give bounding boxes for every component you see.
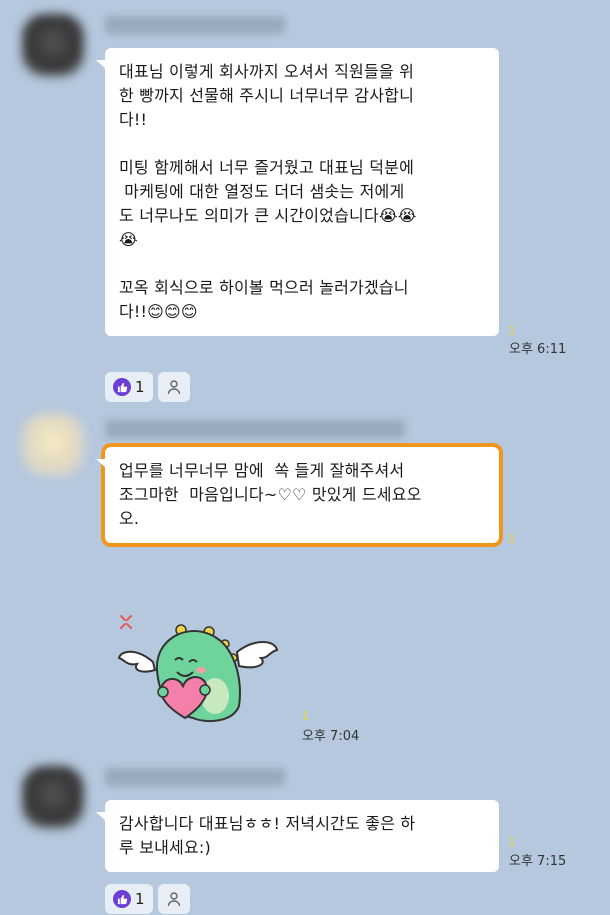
message-time: 오후 7:04 [302, 729, 360, 744]
message-bubble[interactable]: 감사합니다 대표님ㅎㅎ! 저녁시간도 좋은 하 루 보내세요:) [96, 800, 499, 872]
message-bubble[interactable]: 대표님 이렇게 회사까지 오셔서 직원들을 위 한 빵까지 선물해 주시니 너무… [96, 48, 499, 336]
avatar[interactable] [22, 766, 84, 828]
avatar[interactable] [22, 414, 84, 476]
reaction-count: 1 [135, 378, 145, 396]
like-reaction-button[interactable]: 1 [105, 372, 153, 402]
reaction-count: 1 [135, 890, 145, 908]
dinosaur-heart-sticker[interactable] [115, 610, 285, 730]
thumbs-up-icon [113, 378, 131, 396]
add-reaction-button[interactable] [158, 884, 190, 914]
message-bubble-highlighted[interactable]: 업무를 너무너무 맘에 쏙 들게 잘해주셔서 조그마한 마음입니다~♡♡ 맛있게… [96, 447, 499, 543]
person-icon [167, 892, 181, 907]
sender-name-blurred [105, 420, 405, 438]
sender-name-blurred [105, 16, 285, 34]
read-count: 1 [508, 532, 516, 546]
avatar[interactable] [22, 14, 84, 76]
person-icon [167, 380, 181, 395]
message-time: 오후 7:15 [509, 854, 567, 869]
message-time: 오후 6:11 [509, 342, 567, 357]
add-reaction-button[interactable] [158, 372, 190, 402]
read-count: 1 [508, 324, 516, 338]
sender-name-blurred [105, 768, 285, 786]
read-count: 1 [302, 709, 310, 723]
like-reaction-button[interactable]: 1 [105, 884, 153, 914]
thumbs-up-icon [113, 890, 131, 908]
read-count: 1 [508, 835, 516, 849]
